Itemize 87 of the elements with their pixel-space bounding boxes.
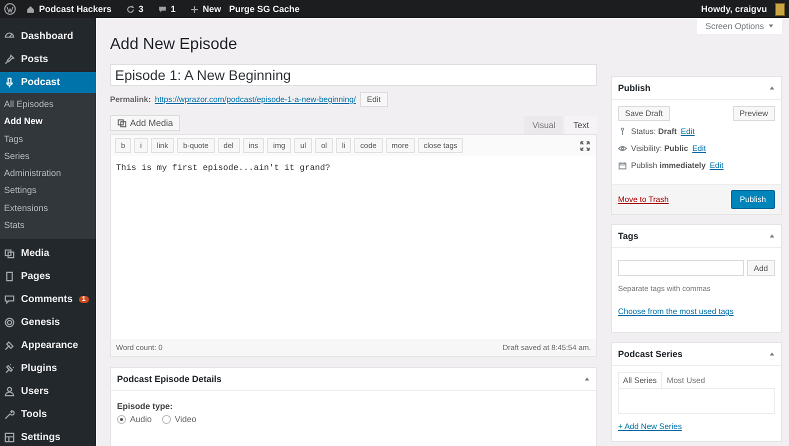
add-series-link[interactable]: + Add New Series <box>618 422 775 431</box>
edit-link[interactable]: Edit <box>710 161 724 170</box>
series-tab[interactable]: All Series <box>618 372 662 388</box>
menu-icon <box>4 294 15 306</box>
submenu-item[interactable]: Add New <box>0 113 96 131</box>
editor-tab[interactable]: Visual <box>524 116 564 134</box>
move-to-trash-link[interactable]: Move to Trash <box>618 195 669 204</box>
menu-icon <box>4 340 15 352</box>
publish-option-icon <box>618 161 627 170</box>
home-icon <box>26 4 35 14</box>
radio-label: Video <box>174 414 196 424</box>
caret-icon <box>768 23 774 29</box>
most-used-tags-link[interactable]: Choose from the most used tags <box>618 307 775 316</box>
field-label: Episode type: <box>116 400 174 413</box>
panel-title: Podcast Episode Details <box>117 374 222 384</box>
site-name-link[interactable]: Podcast Hackers <box>39 4 112 14</box>
publish-option: Publish immediately <box>631 161 706 170</box>
radio-label: Audio <box>130 414 152 424</box>
editor-tab[interactable]: Text <box>565 116 597 134</box>
publish-option: Status: Draft <box>631 127 677 136</box>
radio-button[interactable] <box>162 414 171 424</box>
menu-item[interactable]: Genesis <box>0 312 96 334</box>
collapse-icon[interactable] <box>769 233 775 239</box>
comments-count[interactable]: 1 <box>170 4 176 14</box>
menu-icon <box>4 386 15 398</box>
updates-count[interactable]: 3 <box>138 4 144 14</box>
menu-item[interactable]: Settings <box>0 427 96 446</box>
menu-item[interactable]: Users <box>0 381 96 402</box>
submenu-item[interactable]: Stats <box>0 217 96 234</box>
comment-icon <box>158 4 167 14</box>
menu-icon <box>4 248 15 260</box>
menu-icon <box>4 317 15 328</box>
media-icon <box>117 118 127 128</box>
save-draft-button[interactable]: Save Draft <box>618 106 670 121</box>
plus-icon <box>190 4 199 14</box>
submenu-item[interactable]: Settings <box>0 182 96 200</box>
edit-button[interactable]: Edit <box>360 92 388 107</box>
panel-title: Podcast Series <box>618 349 683 359</box>
menu-item[interactable]: Podcast <box>0 72 96 93</box>
page-title: Add New Episode <box>110 36 238 54</box>
permalink-link[interactable]: https://wprazor.com/podcast/episode-1-a-new-beginning/ <box>154 95 356 104</box>
content-field[interactable]: This is my first episode...ain't it grand? <box>111 156 596 339</box>
permalink-label: Permalink: <box>110 95 151 104</box>
menu-item[interactable]: Posts <box>0 49 96 70</box>
publish-button[interactable]: Publish <box>730 190 775 209</box>
submenu-item[interactable]: All Episodes <box>0 96 96 114</box>
panel-title: Tags <box>618 231 638 241</box>
collapse-icon[interactable] <box>584 376 590 382</box>
publish-option-icon <box>618 144 627 153</box>
submenu-item[interactable]: Series <box>0 148 96 166</box>
menu-item[interactable]: Dashboard <box>0 26 96 47</box>
menu-item[interactable]: Plugins <box>0 358 96 380</box>
title-field[interactable]: Episode 1: A New Beginning <box>110 64 597 86</box>
menu-icon <box>4 77 15 88</box>
menu-item[interactable]: Media <box>0 243 96 264</box>
menu-icon <box>4 409 15 420</box>
menu-item[interactable]: Appearance <box>0 335 96 356</box>
submenu-item[interactable]: Tags <box>0 130 96 148</box>
edit-link[interactable]: Edit <box>680 127 695 136</box>
panel-title: Publish <box>618 83 651 93</box>
fullscreen-icon[interactable] <box>580 140 590 150</box>
menu-icon <box>4 363 15 374</box>
purge-cache-link[interactable]: Purge SG Cache <box>229 4 300 14</box>
publish-option: Visibility: Public <box>631 144 688 153</box>
edit-link[interactable]: Edit <box>692 144 706 153</box>
tag-field[interactable] <box>618 260 744 276</box>
collapse-icon[interactable] <box>769 351 775 357</box>
menu-item[interactable]: Pages <box>0 266 96 288</box>
preview-button[interactable]: Preview <box>732 106 775 121</box>
screen-options-button[interactable]: Screen Options <box>697 18 782 34</box>
menu-icon <box>4 271 15 282</box>
menu-icon <box>4 432 15 444</box>
submenu-item[interactable]: Administration <box>0 165 96 182</box>
new-link[interactable]: New <box>202 4 222 14</box>
greeting-link[interactable]: Howdy, craigvu <box>701 4 767 14</box>
submenu-item[interactable]: Extensions <box>0 200 96 218</box>
radio-button[interactable] <box>117 414 126 424</box>
add-media-button[interactable]: Add Media <box>110 115 180 131</box>
publish-option-icon <box>618 127 627 136</box>
add-tag-button[interactable]: Add <box>746 260 775 276</box>
menu-item[interactable]: Tools <box>0 404 96 426</box>
menu-icon <box>4 54 15 65</box>
refresh-icon <box>126 4 135 14</box>
collapse-icon[interactable] <box>769 85 775 91</box>
avatar-icon[interactable] <box>775 2 785 16</box>
series-tab[interactable]: Most Used <box>662 372 710 388</box>
wordpress-logo-icon[interactable] <box>4 3 16 15</box>
